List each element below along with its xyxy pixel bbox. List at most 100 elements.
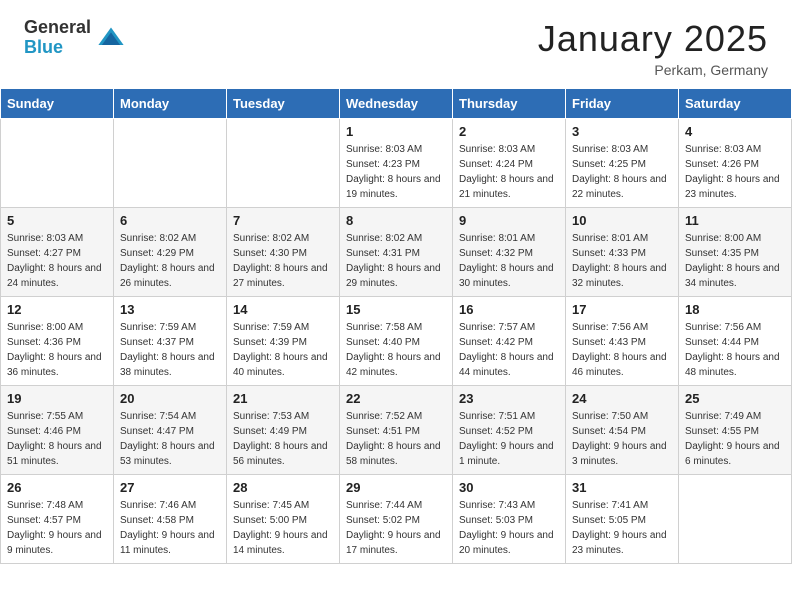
day-number: 18 xyxy=(685,302,785,317)
logo-general-text: General xyxy=(24,18,91,38)
calendar-week-row: 26 Sunrise: 7:48 AMSunset: 4:57 PMDayligh… xyxy=(1,475,792,564)
day-number: 13 xyxy=(120,302,220,317)
day-info: Sunrise: 7:44 AMSunset: 5:02 PMDaylight:… xyxy=(346,498,446,558)
calendar-cell: 31Sunrise: 7:41 AMSunset: 5:05 PMDayligh… xyxy=(566,475,679,564)
calendar-cell: 11Sunrise: 8:00 AMSunset: 4:35 PMDayligh… xyxy=(679,208,792,297)
calendar-cell: 7Sunrise: 8:02 AMSunset: 4:30 PMDaylight… xyxy=(227,208,340,297)
calendar-cell: 4 Sunrise: 8:03 AMSunset: 4:26 PMDaylight… xyxy=(679,119,792,208)
day-info: Sunrise: 7:49 AMSunset: 4:55 PMDaylight:… xyxy=(685,409,785,469)
day-info: Sunrise: 7:46 AMSunset: 4:58 PMDaylight:… xyxy=(120,498,220,558)
calendar-week-row: 5 Sunrise: 8:03 AMSunset: 4:27 PMDaylight… xyxy=(1,208,792,297)
day-info: Sunrise: 7:51 AMSunset: 4:52 PMDaylight:… xyxy=(459,409,559,469)
page-header: General Blue January 2025 Perkam, German… xyxy=(0,0,792,88)
day-number: 4 xyxy=(685,124,785,139)
day-number: 29 xyxy=(346,480,446,495)
day-info: Sunrise: 7:55 AMSunset: 4:46 PMDaylight:… xyxy=(7,409,107,469)
day-info: Sunrise: 7:59 AMSunset: 4:39 PMDaylight:… xyxy=(233,320,333,380)
weekday-header: Tuesday xyxy=(227,89,340,119)
calendar-cell: 14Sunrise: 7:59 AMSunset: 4:39 PMDayligh… xyxy=(227,297,340,386)
day-number: 6 xyxy=(120,213,220,228)
calendar-cell xyxy=(1,119,114,208)
day-number: 28 xyxy=(233,480,333,495)
month-title: January 2025 xyxy=(538,18,768,60)
day-info: Sunrise: 8:03 AMSunset: 4:24 PMDaylight:… xyxy=(459,142,559,202)
weekday-header: Thursday xyxy=(453,89,566,119)
calendar: SundayMondayTuesdayWednesdayThursdayFrid… xyxy=(0,88,792,564)
calendar-cell xyxy=(114,119,227,208)
day-number: 8 xyxy=(346,213,446,228)
day-number: 5 xyxy=(7,213,107,228)
day-number: 21 xyxy=(233,391,333,406)
day-number: 15 xyxy=(346,302,446,317)
day-info: Sunrise: 7:45 AMSunset: 5:00 PMDaylight:… xyxy=(233,498,333,558)
calendar-cell: 9 Sunrise: 8:01 AMSunset: 4:32 PMDaylight… xyxy=(453,208,566,297)
calendar-cell: 16 Sunrise: 7:57 AMSunset: 4:42 PMDayligh… xyxy=(453,297,566,386)
calendar-cell: 30Sunrise: 7:43 AMSunset: 5:03 PMDayligh… xyxy=(453,475,566,564)
calendar-cell: 25 Sunrise: 7:49 AMSunset: 4:55 PMDayligh… xyxy=(679,386,792,475)
calendar-week-row: 19 Sunrise: 7:55 AMSunset: 4:46 PMDayligh… xyxy=(1,386,792,475)
calendar-cell: 27 Sunrise: 7:46 AMSunset: 4:58 PMDayligh… xyxy=(114,475,227,564)
logo: General Blue xyxy=(24,18,125,58)
calendar-cell: 2 Sunrise: 8:03 AMSunset: 4:24 PMDaylight… xyxy=(453,119,566,208)
calendar-cell: 22Sunrise: 7:52 AMSunset: 4:51 PMDayligh… xyxy=(340,386,453,475)
day-number: 20 xyxy=(120,391,220,406)
logo-icon xyxy=(97,24,125,52)
day-info: Sunrise: 7:43 AMSunset: 5:03 PMDaylight:… xyxy=(459,498,559,558)
calendar-cell: 3 Sunrise: 8:03 AMSunset: 4:25 PMDaylight… xyxy=(566,119,679,208)
calendar-cell: 21 Sunrise: 7:53 AMSunset: 4:49 PMDayligh… xyxy=(227,386,340,475)
weekday-header: Saturday xyxy=(679,89,792,119)
day-info: Sunrise: 7:50 AMSunset: 4:54 PMDaylight:… xyxy=(572,409,672,469)
day-info: Sunrise: 8:03 AMSunset: 4:27 PMDaylight:… xyxy=(7,231,107,291)
day-info: Sunrise: 8:03 AMSunset: 4:25 PMDaylight:… xyxy=(572,142,672,202)
calendar-cell: 19 Sunrise: 7:55 AMSunset: 4:46 PMDayligh… xyxy=(1,386,114,475)
day-info: Sunrise: 7:54 AMSunset: 4:47 PMDaylight:… xyxy=(120,409,220,469)
day-number: 25 xyxy=(685,391,785,406)
day-number: 17 xyxy=(572,302,672,317)
calendar-cell: 24 Sunrise: 7:50 AMSunset: 4:54 PMDayligh… xyxy=(566,386,679,475)
day-number: 31 xyxy=(572,480,672,495)
day-number: 7 xyxy=(233,213,333,228)
weekday-header: Sunday xyxy=(1,89,114,119)
day-number: 9 xyxy=(459,213,559,228)
day-info: Sunrise: 8:03 AMSunset: 4:23 PMDaylight:… xyxy=(346,142,446,202)
calendar-cell: 20 Sunrise: 7:54 AMSunset: 4:47 PMDayligh… xyxy=(114,386,227,475)
weekday-header: Monday xyxy=(114,89,227,119)
calendar-week-row: 12Sunrise: 8:00 AMSunset: 4:36 PMDayligh… xyxy=(1,297,792,386)
day-number: 16 xyxy=(459,302,559,317)
day-info: Sunrise: 7:58 AMSunset: 4:40 PMDaylight:… xyxy=(346,320,446,380)
logo-blue-text: Blue xyxy=(24,38,91,58)
day-info: Sunrise: 8:01 AMSunset: 4:32 PMDaylight:… xyxy=(459,231,559,291)
calendar-cell: 6 Sunrise: 8:02 AMSunset: 4:29 PMDaylight… xyxy=(114,208,227,297)
day-number: 3 xyxy=(572,124,672,139)
weekday-header-row: SundayMondayTuesdayWednesdayThursdayFrid… xyxy=(1,89,792,119)
day-number: 24 xyxy=(572,391,672,406)
day-info: Sunrise: 7:57 AMSunset: 4:42 PMDaylight:… xyxy=(459,320,559,380)
day-info: Sunrise: 8:02 AMSunset: 4:29 PMDaylight:… xyxy=(120,231,220,291)
day-info: Sunrise: 8:03 AMSunset: 4:26 PMDaylight:… xyxy=(685,142,785,202)
title-block: January 2025 Perkam, Germany xyxy=(538,18,768,78)
day-number: 19 xyxy=(7,391,107,406)
day-number: 27 xyxy=(120,480,220,495)
day-info: Sunrise: 7:48 AMSunset: 4:57 PMDaylight:… xyxy=(7,498,107,558)
calendar-cell: 5 Sunrise: 8:03 AMSunset: 4:27 PMDaylight… xyxy=(1,208,114,297)
calendar-cell: 17Sunrise: 7:56 AMSunset: 4:43 PMDayligh… xyxy=(566,297,679,386)
calendar-cell: 8Sunrise: 8:02 AMSunset: 4:31 PMDaylight… xyxy=(340,208,453,297)
location: Perkam, Germany xyxy=(538,62,768,78)
calendar-cell: 18 Sunrise: 7:56 AMSunset: 4:44 PMDayligh… xyxy=(679,297,792,386)
day-number: 2 xyxy=(459,124,559,139)
day-number: 11 xyxy=(685,213,785,228)
day-info: Sunrise: 7:52 AMSunset: 4:51 PMDaylight:… xyxy=(346,409,446,469)
calendar-cell xyxy=(227,119,340,208)
day-info: Sunrise: 7:56 AMSunset: 4:44 PMDaylight:… xyxy=(685,320,785,380)
day-number: 12 xyxy=(7,302,107,317)
day-info: Sunrise: 8:01 AMSunset: 4:33 PMDaylight:… xyxy=(572,231,672,291)
calendar-cell: 26 Sunrise: 7:48 AMSunset: 4:57 PMDayligh… xyxy=(1,475,114,564)
day-number: 23 xyxy=(459,391,559,406)
day-number: 1 xyxy=(346,124,446,139)
calendar-cell: 10Sunrise: 8:01 AMSunset: 4:33 PMDayligh… xyxy=(566,208,679,297)
calendar-cell: 28 Sunrise: 7:45 AMSunset: 5:00 PMDayligh… xyxy=(227,475,340,564)
calendar-week-row: 1 Sunrise: 8:03 AMSunset: 4:23 PMDaylight… xyxy=(1,119,792,208)
day-number: 26 xyxy=(7,480,107,495)
day-info: Sunrise: 7:53 AMSunset: 4:49 PMDaylight:… xyxy=(233,409,333,469)
day-info: Sunrise: 7:59 AMSunset: 4:37 PMDaylight:… xyxy=(120,320,220,380)
